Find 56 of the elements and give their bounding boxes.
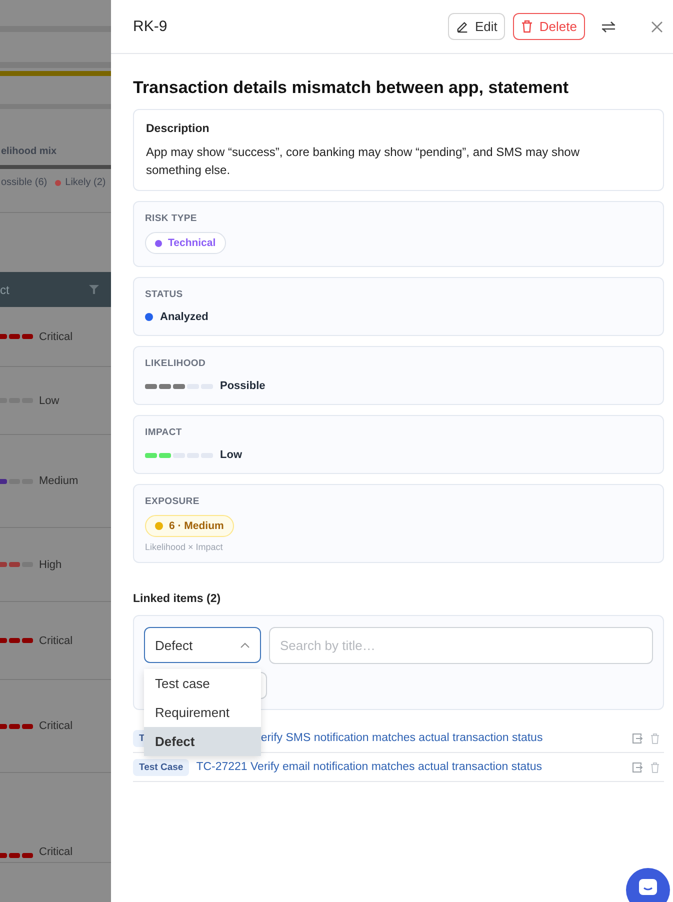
linked-heading: Linked items (2) bbox=[133, 593, 222, 605]
field-label: STATUS bbox=[145, 289, 184, 300]
filter-icon bbox=[89, 285, 99, 294]
swap-button[interactable] bbox=[601, 20, 616, 32]
field-label: EXPOSURE bbox=[145, 496, 200, 507]
pencil-icon bbox=[456, 20, 470, 33]
trash-icon[interactable] bbox=[650, 732, 660, 744]
legend-label: Likely (2) bbox=[65, 177, 106, 188]
severity-bar bbox=[0, 562, 33, 567]
search-field[interactable]: Search by title… bbox=[269, 627, 653, 664]
status-value: Analyzed bbox=[160, 311, 208, 323]
open-icon[interactable] bbox=[632, 732, 643, 744]
swap-icon bbox=[601, 20, 616, 32]
menu-option[interactable]: Requirement bbox=[144, 698, 261, 727]
legend-label: ossible (6) bbox=[1, 177, 48, 188]
risk-title: Transaction details mismatch between app, statement bbox=[133, 78, 570, 98]
level-value: Low bbox=[220, 449, 242, 461]
linked-item-link[interactable]: erify SMS notification matches actual transaction status bbox=[260, 732, 625, 744]
chevron-icon bbox=[240, 642, 250, 648]
severity-bar bbox=[0, 853, 33, 858]
severity-bar bbox=[0, 334, 33, 339]
type-tag: Test Case bbox=[133, 758, 190, 776]
severity-bar bbox=[0, 724, 33, 728]
severity-label: Medium bbox=[39, 475, 78, 487]
close-icon bbox=[651, 20, 663, 32]
exposure-note: Likelihood × Impact bbox=[145, 542, 224, 552]
chart-title: elihood mix bbox=[1, 146, 57, 157]
risk-id: RK-9 bbox=[133, 18, 168, 35]
severity-bar bbox=[0, 478, 33, 484]
type-select[interactable]: Defect bbox=[144, 627, 261, 663]
level-value: Possible bbox=[220, 380, 266, 392]
severity-label: Critical bbox=[39, 634, 73, 646]
description-heading: Description bbox=[146, 123, 210, 135]
severity-label: High bbox=[39, 558, 62, 570]
severity-label: Critical bbox=[39, 720, 73, 732]
linked-item-link[interactable]: TC-27221 Verify email notification matches actual transaction status bbox=[196, 761, 625, 773]
menu-option[interactable]: Defect bbox=[144, 727, 261, 756]
severity-label: Critical bbox=[39, 846, 73, 858]
chat-icon bbox=[638, 878, 658, 896]
edit-button[interactable]: Edit bbox=[448, 13, 506, 40]
menu-option[interactable]: Test case bbox=[144, 669, 261, 698]
close-button[interactable] bbox=[651, 20, 663, 32]
description-text: App may show “success”, core banking may show “pending”, and SMS may show something else. bbox=[146, 144, 581, 179]
trash-icon bbox=[521, 20, 534, 33]
open-icon[interactable] bbox=[632, 762, 643, 772]
severity-label: Critical bbox=[39, 330, 73, 342]
severity-label: Low bbox=[39, 394, 60, 406]
risk-type-pill: Technical bbox=[145, 232, 226, 254]
exposure-pill: 6 · Medium bbox=[145, 515, 234, 537]
field-label: IMPACT bbox=[145, 427, 183, 438]
field-label: RISK TYPE bbox=[145, 213, 198, 224]
field-label: LIKELIHOOD bbox=[145, 358, 207, 369]
delete-button[interactable]: Delete bbox=[513, 13, 585, 40]
severity-bar bbox=[0, 638, 33, 643]
trash-icon[interactable] bbox=[650, 762, 660, 772]
column-header: ct bbox=[0, 282, 10, 296]
